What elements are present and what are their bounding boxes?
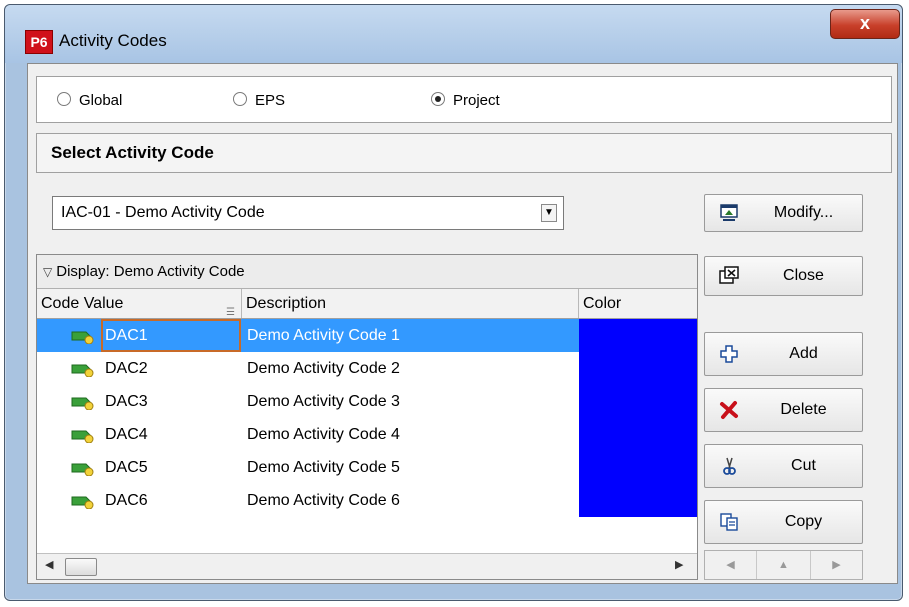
scroll-left-icon[interactable]: ◀	[45, 558, 53, 571]
radio-eps[interactable]: EPS	[233, 91, 285, 111]
column-header-code-value-label: Code Value	[41, 295, 124, 312]
color-swatch-cell[interactable]	[579, 451, 697, 484]
scissors-icon	[723, 457, 736, 475]
color-swatch-cell[interactable]	[579, 352, 697, 385]
column-header-code-value[interactable]: Code Value ☰	[37, 289, 242, 318]
close-button[interactable]: Close	[704, 256, 863, 296]
dialog-body: Global EPS Project Select Activity Code …	[27, 63, 898, 584]
color-swatch-cell[interactable]	[579, 484, 697, 517]
window-title: Activity Codes	[59, 31, 167, 50]
select-activity-code-header: Select Activity Code	[36, 133, 892, 173]
activity-code-dropdown-value: IAC-01 - Demo Activity Code	[61, 204, 265, 221]
chevron-down-icon: ▽	[43, 265, 53, 279]
radio-global-label: Global	[79, 92, 123, 109]
radio-project[interactable]: Project	[431, 91, 500, 111]
code-value-cell[interactable]: DAC1	[101, 319, 241, 352]
modify-button-label: Modify...	[773, 204, 834, 221]
grid-header-row: Code Value ☰ Description Color	[37, 289, 697, 319]
color-swatch-cell[interactable]	[579, 385, 697, 418]
title-bar[interactable]: P6 Activity Codes x	[5, 5, 902, 63]
column-header-description[interactable]: Description	[242, 289, 579, 318]
description-cell[interactable]: Demo Activity Code 2	[247, 352, 581, 385]
activity-code-tag-icon	[71, 397, 94, 410]
scroll-right-icon[interactable]: ▶	[675, 558, 683, 571]
code-value-cell[interactable]: DAC5	[101, 451, 241, 484]
column-header-description-label: Description	[246, 295, 327, 312]
scroll-right-icon[interactable]: ▶	[811, 551, 862, 579]
activity-code-tag-icon	[71, 463, 94, 476]
scroll-left-icon[interactable]: ◀	[705, 551, 757, 579]
delete-button-label: Delete	[780, 401, 827, 418]
table-row[interactable]: DAC6 Demo Activity Code 6	[37, 484, 697, 517]
close-button-label: Close	[783, 267, 824, 284]
grid-display-bar[interactable]: ▽ Display: Demo Activity Code	[37, 255, 697, 289]
modify-button[interactable]: Modify...	[704, 194, 863, 232]
radio-global[interactable]: Global	[57, 91, 122, 111]
add-button-label: Add	[789, 345, 818, 362]
delete-button[interactable]: Delete	[704, 388, 863, 432]
add-button[interactable]: Add	[704, 332, 863, 376]
copy-button[interactable]: Copy	[704, 500, 863, 544]
radio-circle-icon	[57, 92, 71, 106]
activity-code-tag-icon	[71, 430, 94, 443]
activity-code-tag-icon	[71, 331, 94, 344]
table-row[interactable]: DAC5 Demo Activity Code 5	[37, 451, 697, 484]
color-swatch-cell[interactable]	[579, 319, 697, 352]
grid-display-label: Display: Demo Activity Code	[56, 263, 245, 280]
modify-window-icon	[720, 204, 738, 221]
description-cell[interactable]: Demo Activity Code 5	[247, 451, 581, 484]
description-cell[interactable]: Demo Activity Code 1	[247, 319, 581, 352]
horizontal-scrollbar[interactable]: ◀ ▶	[37, 553, 697, 579]
p6-app-icon: P6	[25, 30, 53, 54]
column-header-color[interactable]: Color	[579, 289, 697, 318]
radio-circle-icon	[233, 92, 247, 106]
activity-code-tag-icon	[71, 364, 94, 377]
activity-codes-dialog: P6 Activity Codes x Global EPS Project S…	[4, 4, 903, 601]
activity-code-dropdown[interactable]: IAC-01 - Demo Activity Code ▼	[52, 196, 564, 230]
cut-button[interactable]: Cut	[704, 444, 863, 488]
column-header-color-label: Color	[583, 295, 622, 312]
color-swatch-cell[interactable]	[579, 418, 697, 451]
plus-icon	[720, 345, 738, 363]
radio-project-label: Project	[453, 92, 500, 109]
code-value-cell[interactable]: DAC3	[101, 385, 241, 418]
table-row[interactable]: DAC1 Demo Activity Code 1	[37, 319, 697, 352]
radio-eps-label: EPS	[255, 92, 286, 109]
table-row[interactable]: DAC2 Demo Activity Code 2	[37, 352, 697, 385]
code-value-cell[interactable]: DAC6	[101, 484, 241, 517]
scope-radio-group: Global EPS Project	[36, 76, 892, 123]
cut-button-label: Cut	[791, 457, 816, 474]
radio-circle-selected-icon	[431, 92, 445, 106]
description-cell[interactable]: Demo Activity Code 6	[247, 484, 581, 517]
activity-code-tag-icon	[71, 496, 94, 509]
red-x-icon	[720, 401, 738, 419]
description-cell[interactable]: Demo Activity Code 4	[247, 418, 581, 451]
code-value-cell[interactable]: DAC2	[101, 352, 241, 385]
scroll-up-icon[interactable]: ▲	[757, 551, 811, 579]
code-value-cell[interactable]: DAC4	[101, 418, 241, 451]
copy-icon	[720, 513, 738, 531]
activity-code-grid: ▽ Display: Demo Activity Code Code Value …	[36, 254, 698, 580]
scroll-thumb[interactable]	[65, 558, 97, 576]
table-row[interactable]: DAC4 Demo Activity Code 4	[37, 418, 697, 451]
description-cell[interactable]: Demo Activity Code 3	[247, 385, 581, 418]
close-window-icon	[719, 266, 739, 284]
table-row[interactable]: DAC3 Demo Activity Code 3	[37, 385, 697, 418]
window-close-button[interactable]: x	[830, 9, 900, 39]
button-panel-scrollbar[interactable]: ◀ ▲ ▶	[704, 550, 863, 580]
dropdown-arrow-icon[interactable]: ▼	[541, 204, 557, 222]
copy-button-label: Copy	[784, 513, 823, 530]
